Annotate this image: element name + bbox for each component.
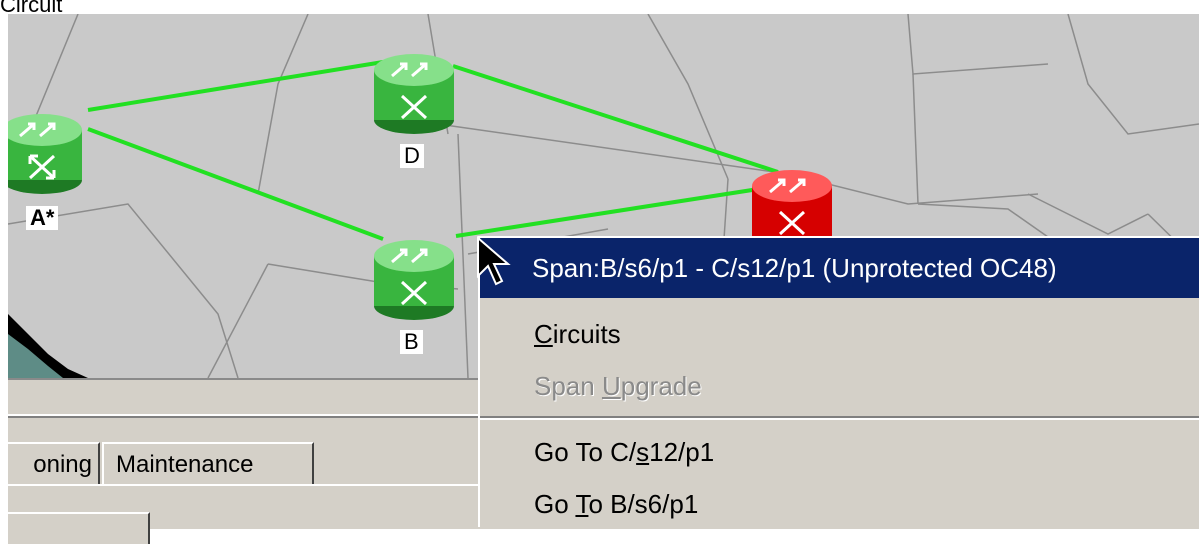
router-icon bbox=[374, 54, 454, 134]
tab-maintenance[interactable]: Maintenance bbox=[102, 442, 314, 484]
router-icon bbox=[8, 114, 82, 194]
menu-item-label: ircuits bbox=[552, 319, 621, 349]
node-a[interactable] bbox=[8, 108, 84, 196]
menu-mnemonic: C bbox=[534, 319, 553, 349]
menu-item-goto-b[interactable]: Go To B/s6/p1 bbox=[480, 478, 1199, 530]
sub-panel-box bbox=[8, 512, 150, 544]
menu-item-circuits[interactable]: Circuits bbox=[480, 308, 1199, 360]
menu-item-label: o B/s6/p1 bbox=[588, 489, 699, 519]
menu-mnemonic: s bbox=[636, 437, 650, 467]
menu-item-goto-c[interactable]: Go To C/s12/p1 bbox=[480, 426, 1199, 478]
menu-item-label: 12/p1 bbox=[649, 437, 715, 467]
menu-item-span-upgrade: Span Upgrade bbox=[480, 360, 1199, 412]
node-a-label: A* bbox=[26, 206, 59, 230]
tab-provisioning[interactable]: oning bbox=[8, 442, 100, 484]
menu-mnemonic: T bbox=[575, 489, 589, 519]
menu-separator bbox=[480, 416, 1199, 420]
menu-item-label: Go bbox=[534, 489, 576, 519]
mouse-pointer-icon bbox=[477, 236, 511, 286]
context-menu: Span:B/s6/p1 - C/s12/p1 (Unprotected OC4… bbox=[478, 236, 1199, 527]
node-b[interactable] bbox=[372, 234, 456, 322]
menu-item-label: Go To C/ bbox=[534, 437, 637, 467]
node-b-label: B bbox=[400, 330, 423, 354]
router-icon bbox=[374, 240, 454, 320]
node-d[interactable] bbox=[372, 48, 456, 136]
menu-item-label: pgrade bbox=[620, 371, 702, 401]
menu-mnemonic: U bbox=[601, 371, 621, 401]
menu-item-span-info[interactable]: Span:B/s6/p1 - C/s12/p1 (Unprotected OC4… bbox=[480, 238, 1199, 298]
node-d-label: D bbox=[400, 144, 424, 168]
menu-item-label: Span bbox=[534, 371, 602, 401]
